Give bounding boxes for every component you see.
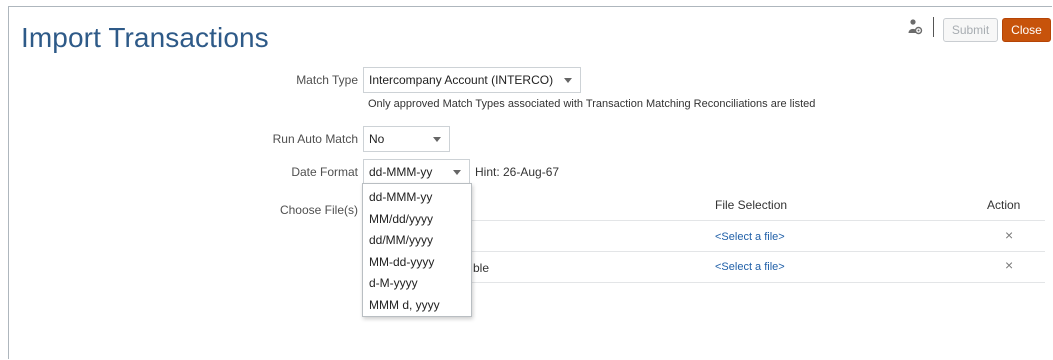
dropdown-option[interactable]: MM/dd/yyyy — [363, 209, 471, 231]
close-button[interactable]: Close — [1002, 18, 1051, 42]
table-header-divider — [460, 220, 1045, 221]
date-format-label: Date Format — [291, 165, 358, 179]
main-panel — [8, 6, 1052, 359]
select-file-link[interactable]: <Select a file> — [715, 261, 785, 273]
select-file-link[interactable]: <Select a file> — [715, 231, 785, 243]
choose-files-label: Choose File(s) — [279, 203, 358, 217]
row-divider — [460, 251, 1045, 252]
date-format-select[interactable]: dd-MMM-yy — [363, 159, 470, 185]
chevron-down-icon — [564, 78, 572, 83]
run-auto-match-value: No — [369, 132, 385, 146]
file-selection-header: File Selection — [715, 198, 788, 212]
match-type-note: Only approved Match Types associated wit… — [368, 98, 816, 110]
row-divider — [460, 282, 1045, 283]
dropdown-option[interactable]: dd/MM/yyyy — [363, 230, 471, 252]
match-type-label: Match Type — [296, 73, 358, 87]
run-auto-match-select[interactable]: No — [363, 126, 450, 152]
file-name: ble — [473, 261, 490, 275]
match-type-select[interactable]: Intercompany Account (INTERCO) — [363, 67, 581, 93]
date-format-dropdown: dd-MMM-yy MM/dd/yyyy dd/MM/yyyy MM-dd-yy… — [362, 183, 472, 317]
dropdown-option[interactable]: dd-MMM-yy — [363, 187, 471, 209]
match-type-value: Intercompany Account (INTERCO) — [369, 73, 554, 87]
page-title: Import Transactions — [21, 22, 269, 53]
remove-icon[interactable]: × — [1005, 257, 1013, 273]
dropdown-option[interactable]: MM-dd-yyyy — [363, 252, 471, 274]
toolbar-separator — [933, 17, 934, 37]
date-format-hint: Hint: 26-Aug-67 — [475, 165, 560, 179]
submit-button[interactable]: Submit — [943, 18, 998, 42]
chevron-down-icon — [433, 137, 441, 142]
user-settings-icon[interactable] — [907, 18, 923, 36]
dropdown-option[interactable]: MMM d, yyyy — [363, 295, 471, 317]
chevron-down-icon — [453, 170, 461, 175]
action-header: Action — [987, 198, 1021, 212]
dropdown-option[interactable]: d-M-yyyy — [363, 273, 471, 295]
date-format-value: dd-MMM-yy — [369, 165, 433, 179]
remove-icon[interactable]: × — [1005, 227, 1013, 243]
run-auto-match-label: Run Auto Match — [272, 132, 358, 146]
